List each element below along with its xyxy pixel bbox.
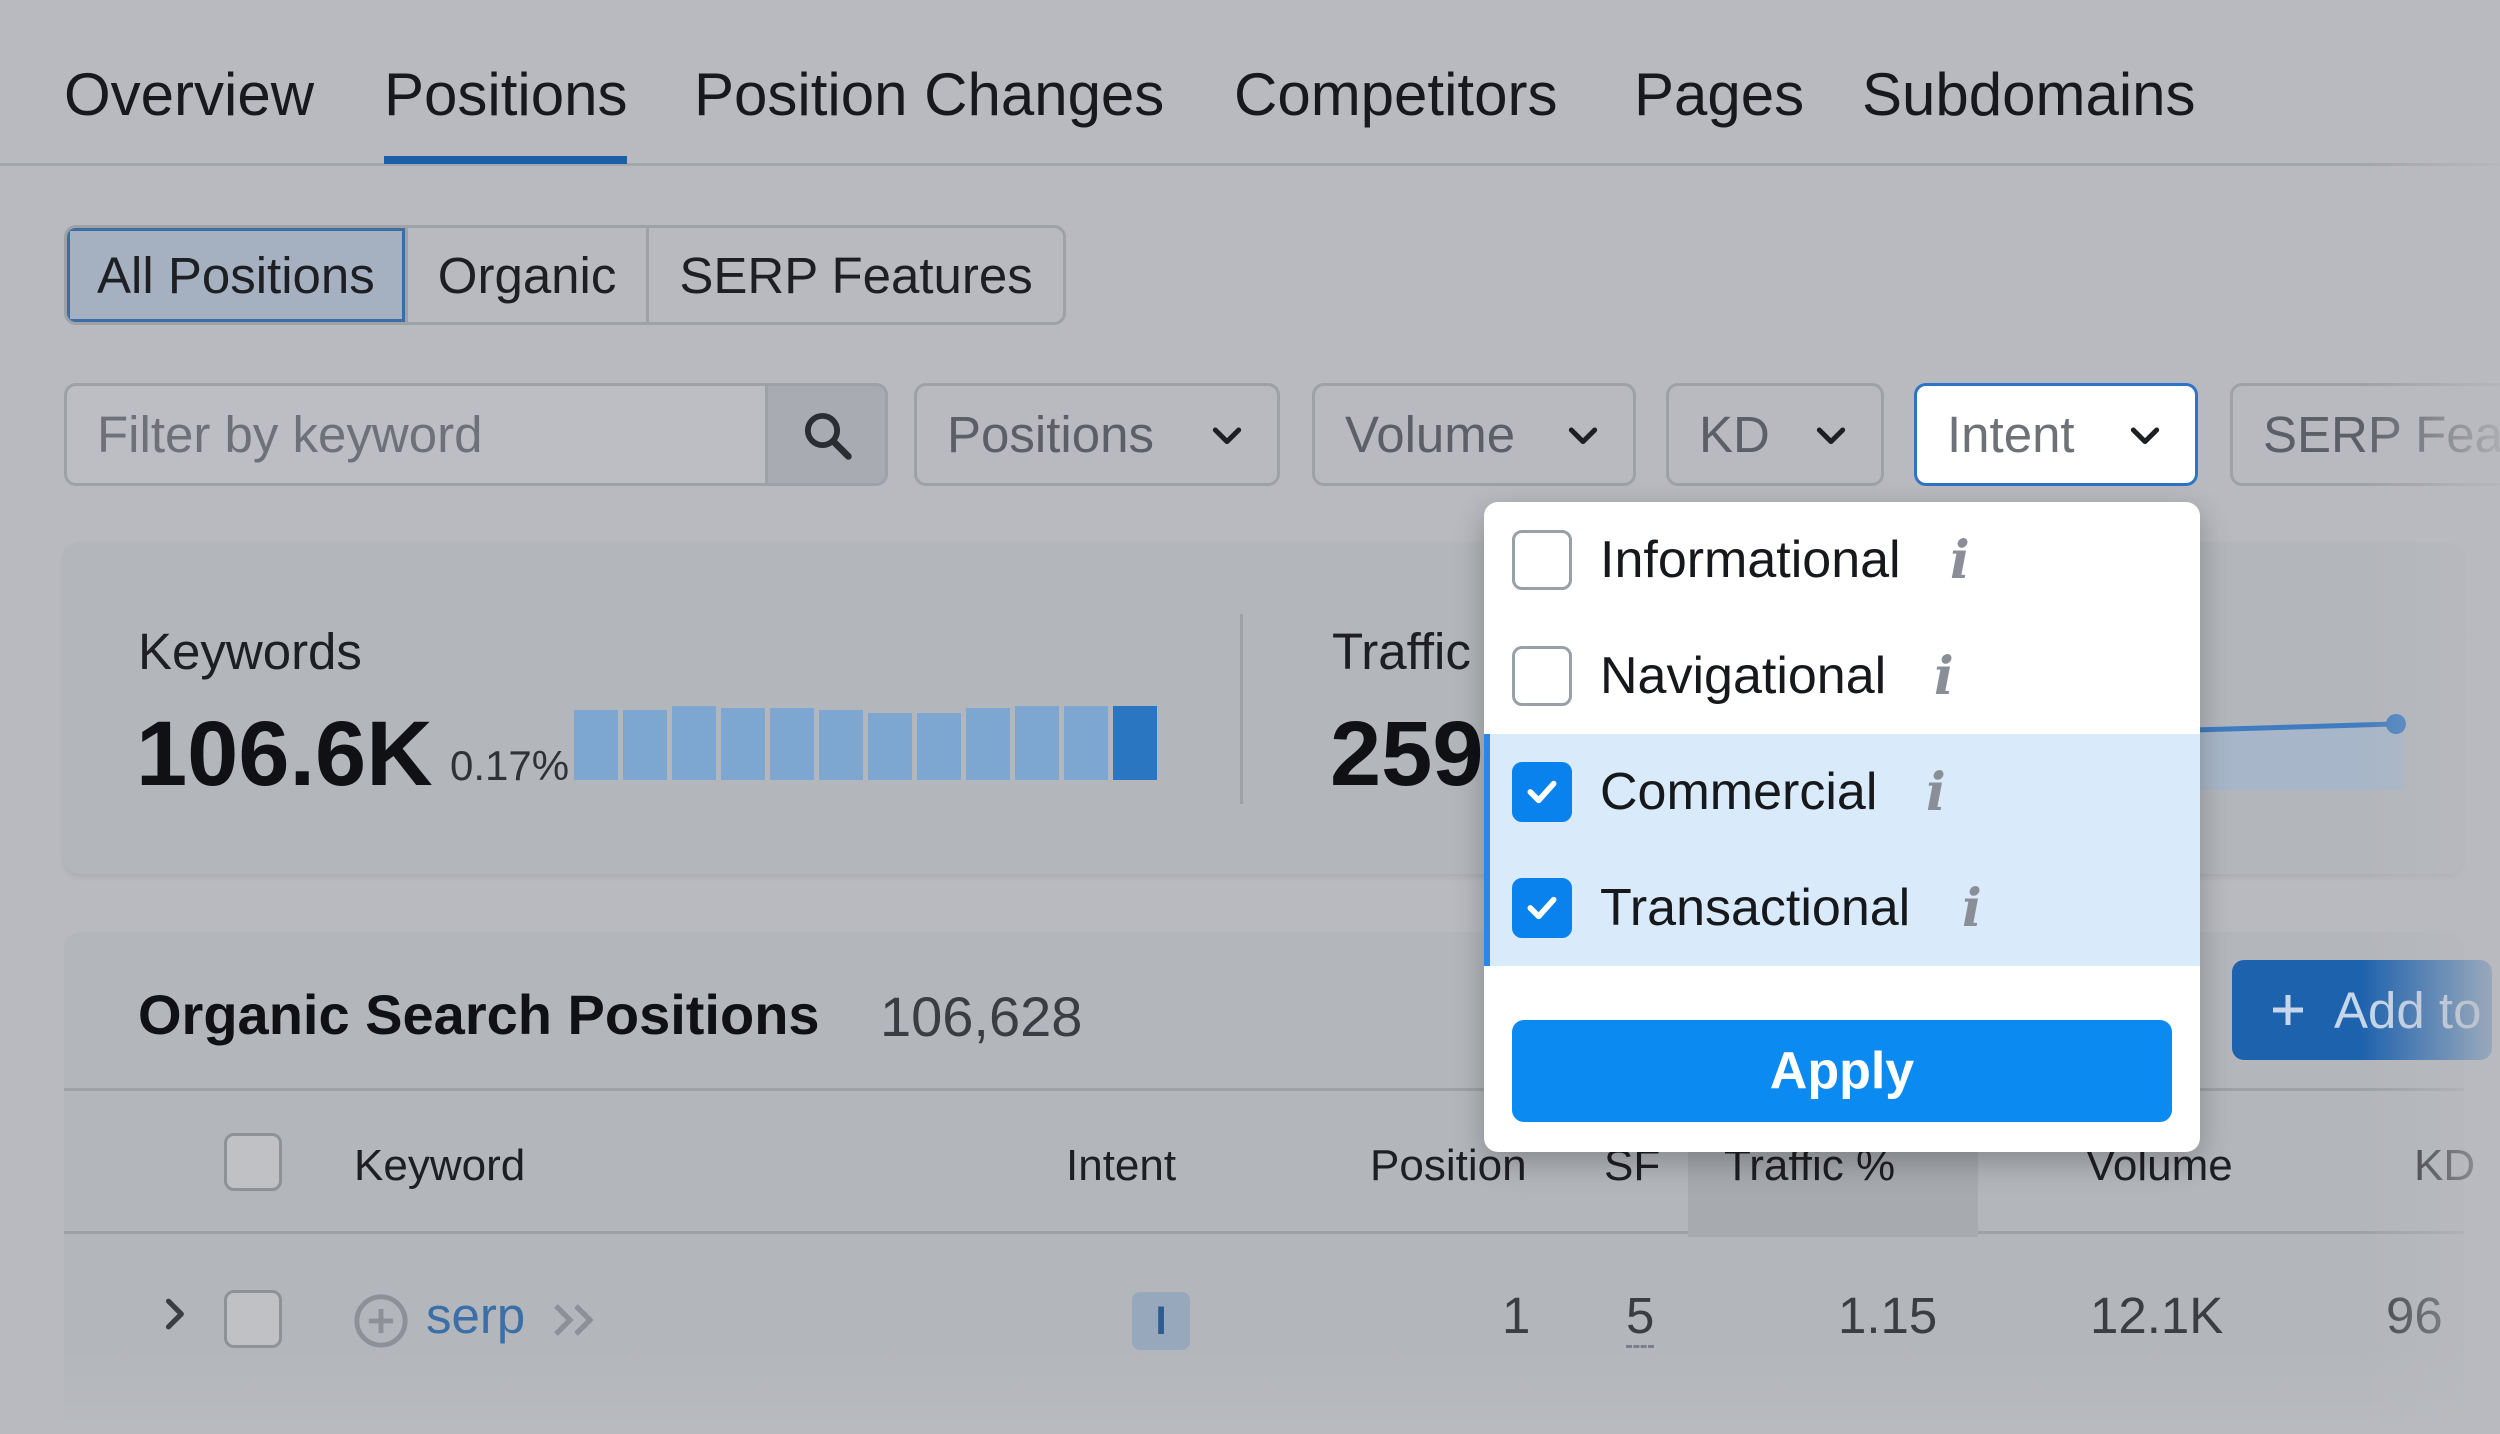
serp-features-filter[interactable]: SERP Features — [2230, 383, 2500, 486]
page: Overview Positions Position Changes Comp… — [0, 0, 2500, 1434]
section-count: 106,628 — [880, 985, 1083, 1048]
sf-cell[interactable]: 5 — [1626, 1286, 1655, 1348]
info-icon[interactable]: i — [1934, 646, 1954, 707]
option-label: Informational — [1600, 531, 1901, 589]
plus-icon — [2273, 995, 2303, 1025]
tab-subdomains[interactable]: Subdomains — [1862, 60, 2196, 129]
intent-badge: I — [1132, 1292, 1190, 1350]
trend-bar — [770, 708, 814, 780]
chevron-down-icon — [1811, 415, 1851, 455]
add-to-label: Add to — [2334, 981, 2482, 1039]
chevron-down-icon — [2125, 415, 2165, 455]
trend-bar — [819, 710, 863, 780]
option-label: Transactional — [1600, 879, 1911, 937]
row-checkbox[interactable] — [224, 1290, 282, 1348]
search-button[interactable] — [765, 386, 885, 483]
kd-filter[interactable]: KD — [1666, 383, 1884, 486]
chevron-down-icon — [1207, 415, 1247, 455]
divider — [1240, 614, 1243, 804]
trend-bar — [868, 713, 912, 780]
commercial-checkbox[interactable] — [1512, 762, 1572, 822]
tab-competitors[interactable]: Competitors — [1234, 60, 1557, 129]
intent-filter-label: Intent — [1947, 406, 2075, 463]
intent-option-commercial[interactable]: Commercial i — [1484, 734, 2200, 850]
keywords-value: 106.6K — [136, 703, 433, 805]
traffic-label: Traffic — [1332, 623, 1471, 680]
volume-cell: 12.1K — [2090, 1287, 2224, 1344]
info-icon[interactable]: i — [1926, 762, 1946, 823]
checkmark-icon — [1527, 896, 1557, 920]
kd-filter-label: KD — [1699, 406, 1770, 463]
keyword-filter — [64, 383, 888, 486]
kd-cell: 96 — [2386, 1287, 2443, 1344]
option-label: Commercial — [1600, 763, 1878, 821]
organic-button[interactable]: Organic — [408, 228, 650, 322]
intent-option-informational[interactable]: Informational i — [1484, 502, 2200, 618]
intent-column-header[interactable]: Intent — [1066, 1141, 1176, 1191]
position-cell: 1 — [1502, 1287, 1531, 1344]
kd-column-header[interactable]: KD — [2414, 1141, 2475, 1191]
intent-filter[interactable]: Intent — [1914, 383, 2198, 486]
serp-features-button[interactable]: SERP Features — [649, 228, 1062, 322]
intent-option-navigational[interactable]: Navigational i — [1484, 618, 2200, 734]
info-icon[interactable]: i — [1962, 878, 1982, 939]
keywords-trend-chart — [574, 704, 1157, 780]
intent-dropdown-menu: Informational i Navigational i Commercia… — [1484, 502, 2200, 1152]
open-serp-icon[interactable] — [550, 1296, 602, 1349]
volume-filter-label: Volume — [1345, 406, 1516, 463]
keywords-label: Keywords — [138, 623, 362, 680]
informational-checkbox[interactable] — [1512, 530, 1572, 590]
tab-positions[interactable]: Positions — [384, 60, 628, 164]
trend-bar — [1064, 706, 1108, 780]
keyword-filter-input[interactable] — [67, 386, 765, 483]
trend-bar — [1015, 706, 1059, 780]
tab-position-changes[interactable]: Position Changes — [694, 60, 1164, 129]
navigational-checkbox[interactable] — [1512, 646, 1572, 706]
all-positions-button[interactable]: All Positions — [67, 228, 408, 322]
chevron-down-icon — [1563, 415, 1603, 455]
section-title: Organic Search Positions — [138, 983, 820, 1046]
checkmark-icon — [1527, 780, 1557, 804]
trend-bar — [721, 708, 765, 780]
apply-button[interactable]: Apply — [1512, 1020, 2172, 1122]
report-tabs: Overview Positions Position Changes Comp… — [0, 0, 2500, 166]
select-all-checkbox[interactable] — [224, 1133, 282, 1191]
traffic-trend-chart — [2194, 714, 2406, 790]
traffic-value: 259 — [1330, 703, 1484, 805]
keywords-delta: 0.17% — [450, 742, 570, 789]
keyword-link[interactable]: serp — [426, 1286, 525, 1345]
trend-bar — [1113, 706, 1157, 780]
option-label: Navigational — [1600, 647, 1887, 705]
tab-pages[interactable]: Pages — [1634, 60, 1804, 129]
serp-features-filter-label: SERP Features — [2263, 406, 2500, 463]
table-row[interactable]: serp I 1 5 1.15 12.1K 96 — [64, 1234, 2464, 1394]
trend-bar — [574, 710, 618, 780]
trend-bar — [917, 713, 961, 780]
search-icon — [804, 412, 852, 460]
traffic-cell: 1.15 — [1838, 1287, 1938, 1344]
keyword-column-header[interactable]: Keyword — [354, 1141, 525, 1191]
trend-bar — [966, 708, 1010, 780]
info-icon[interactable]: i — [1950, 530, 1970, 591]
expand-chevron-icon[interactable] — [152, 1292, 196, 1341]
tab-overview[interactable]: Overview — [64, 60, 314, 129]
add-keyword-icon[interactable] — [352, 1292, 410, 1355]
positions-filter[interactable]: Positions — [914, 383, 1280, 486]
positions-filter-label: Positions — [947, 406, 1154, 463]
intent-option-transactional[interactable]: Transactional i — [1484, 850, 2200, 966]
trend-bar — [672, 706, 716, 780]
add-to-button[interactable]: Add to — [2232, 960, 2492, 1060]
volume-filter[interactable]: Volume — [1312, 383, 1636, 486]
transactional-checkbox[interactable] — [1512, 878, 1572, 938]
trend-bar — [623, 710, 667, 780]
position-type-toggle: All Positions Organic SERP Features — [64, 225, 1066, 325]
